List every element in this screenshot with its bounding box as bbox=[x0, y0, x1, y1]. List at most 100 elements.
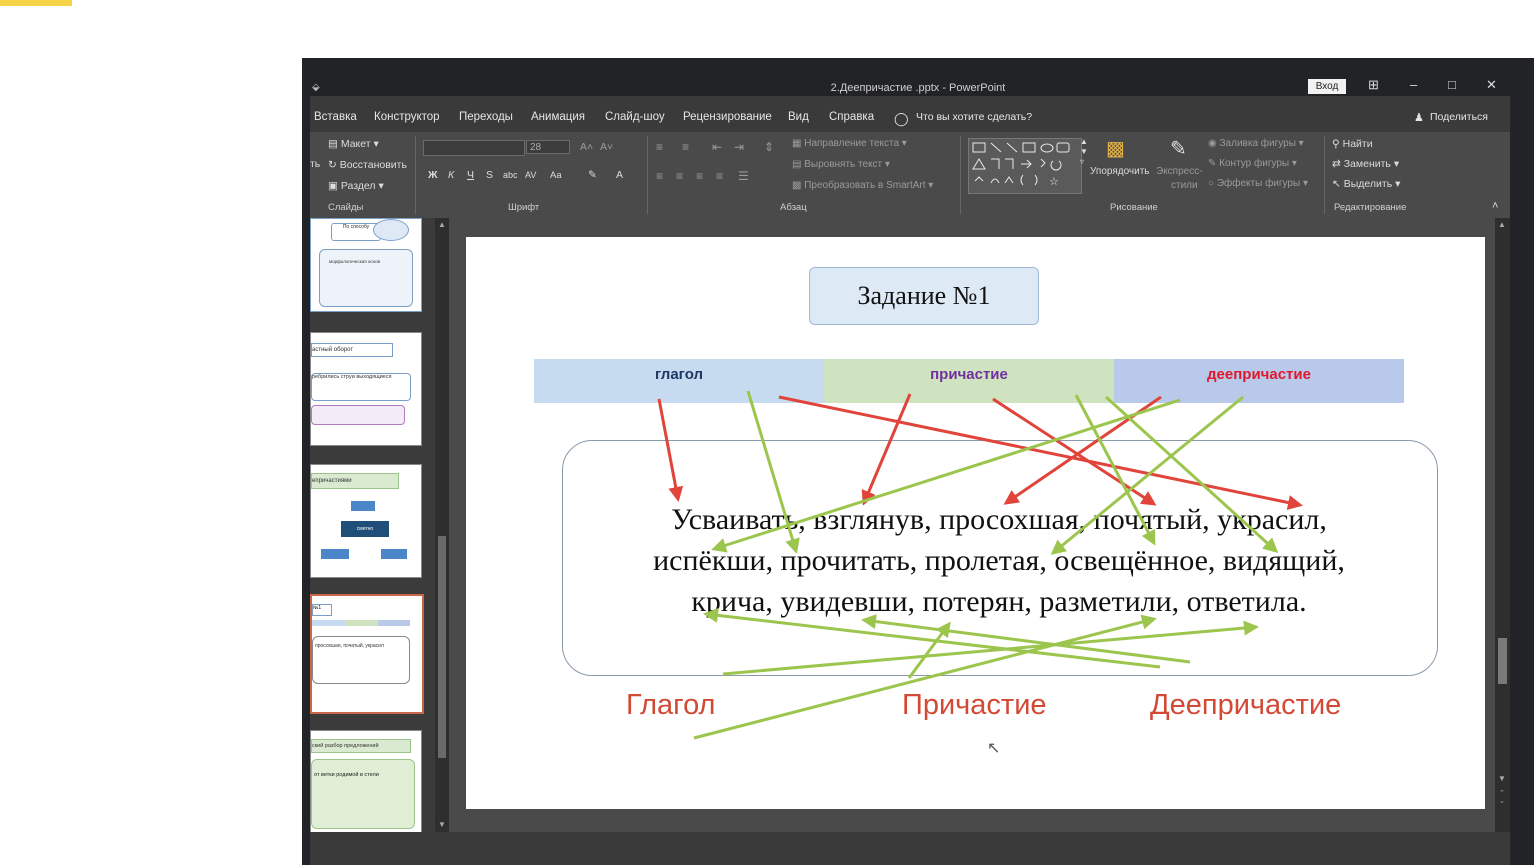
tab-slideshow[interactable]: Слайд-шоу bbox=[605, 111, 665, 123]
reset-button[interactable]: ↻ Восстановить bbox=[328, 159, 407, 171]
columns-icon[interactable]: ☰ bbox=[738, 169, 749, 183]
align-text-button[interactable]: ▤ Выровнять текст ▾ bbox=[792, 159, 890, 170]
tab-view[interactable]: Вид bbox=[788, 111, 809, 123]
layout-label: Макет bbox=[340, 138, 371, 150]
outline-pen-icon: ✎ bbox=[1208, 158, 1220, 169]
line-spacing-icon[interactable]: ⇕ bbox=[764, 140, 774, 154]
quick-styles-button-line2[interactable]: стили bbox=[1171, 180, 1198, 191]
scroll-down-icon[interactable]: ▼ bbox=[438, 820, 446, 829]
tab-transitions[interactable]: Переходы bbox=[459, 111, 513, 123]
tab-review[interactable]: Рецензирование bbox=[683, 111, 772, 123]
slide-thumbnail[interactable]: епричастиями сметно bbox=[310, 464, 422, 578]
scrollbar-thumb[interactable] bbox=[1498, 638, 1507, 684]
grow-font-button[interactable]: A˄ bbox=[580, 141, 593, 153]
replace-label: Заменить bbox=[1343, 158, 1391, 170]
shape-outline-button[interactable]: ✎ Контур фигуры ▾ bbox=[1208, 158, 1297, 169]
bullets-icon[interactable]: ≡ bbox=[656, 140, 663, 154]
slide-thumbnail-selected[interactable]: №1 просохшая, початый, украсил bbox=[310, 594, 424, 714]
font-color-button[interactable]: A bbox=[616, 169, 623, 181]
separator bbox=[960, 136, 961, 214]
arrange-button[interactable]: Упорядочить bbox=[1090, 166, 1150, 177]
shape-fill-button[interactable]: ◉ Заливка фигуры ▾ bbox=[1208, 138, 1304, 149]
minimize-button[interactable]: – bbox=[1410, 77, 1417, 92]
strikethrough-button[interactable]: abc bbox=[503, 170, 518, 180]
thumbnails-scrollbar[interactable]: ▲ ▼ bbox=[435, 218, 449, 832]
highlight-icon[interactable]: ✎ bbox=[588, 169, 597, 181]
fill-bucket-icon: ◉ bbox=[1208, 138, 1220, 149]
shadow-button[interactable]: S bbox=[486, 169, 493, 181]
scroll-down-icon[interactable]: ▼ bbox=[1498, 774, 1506, 783]
prev-next-slide-icon[interactable]: ⌃ ⌄ bbox=[1499, 790, 1505, 806]
thumb-text: епричастиями bbox=[311, 473, 399, 489]
scroll-up-icon[interactable]: ▲ bbox=[1498, 220, 1506, 229]
align-right-icon[interactable]: ≡ bbox=[696, 169, 703, 183]
thumb-box bbox=[312, 620, 346, 626]
tell-me-search[interactable]: Что вы хотите сделать? bbox=[916, 111, 1032, 123]
decrease-indent-icon[interactable]: ⇤ bbox=[712, 140, 722, 154]
shrink-font-button[interactable]: A˅ bbox=[600, 141, 613, 153]
green-arrow bbox=[861, 614, 1191, 664]
change-case-button[interactable]: Aa bbox=[550, 170, 562, 181]
slide-thumbnails-panel[interactable]: По способу морфологическая основ астный … bbox=[310, 218, 435, 834]
layout-button[interactable]: ▤ Макет ▾ bbox=[328, 138, 379, 150]
select-cursor-icon: ↖ bbox=[1332, 178, 1344, 190]
align-left-icon[interactable]: ≡ bbox=[656, 169, 663, 183]
thumb-box bbox=[381, 549, 407, 559]
underline-button[interactable]: Ч bbox=[467, 169, 474, 181]
svg-text:☆: ☆ bbox=[1049, 175, 1059, 188]
group-drawing-label: Рисование bbox=[1110, 202, 1158, 213]
thumb-text: ский разбор предложений bbox=[311, 739, 411, 753]
green-arrow bbox=[722, 620, 1259, 676]
shape-outline-label: Контур фигуры bbox=[1219, 158, 1290, 169]
spacing-button[interactable]: AV bbox=[525, 170, 536, 180]
select-button[interactable]: ↖ Выделить ▾ bbox=[1332, 178, 1400, 190]
replace-button[interactable]: ⇄ Заменить ▾ bbox=[1332, 158, 1399, 170]
bold-button[interactable]: Ж bbox=[428, 169, 438, 181]
tab-animations[interactable]: Анимация bbox=[531, 111, 585, 123]
thumb-box bbox=[319, 249, 413, 307]
smartart-label: Преобразовать в SmartArt bbox=[804, 180, 926, 191]
ribbon: ть ▤ Макет ▾ ↻ Восстановить ▣ Раздел ▾ С… bbox=[310, 132, 1510, 218]
text-direction-button[interactable]: ▦ Направление текста ▾ bbox=[792, 138, 907, 149]
scroll-up-icon[interactable]: ▲ bbox=[438, 220, 446, 229]
slide-thumbnail[interactable]: астный оборот ребрились струи выходящиес… bbox=[310, 332, 422, 446]
gallery-scroll-icon[interactable]: ▲ ▼ ▿ bbox=[1080, 137, 1088, 167]
numbering-icon[interactable]: ≡ bbox=[682, 140, 689, 154]
signin-button[interactable]: Вход bbox=[1308, 79, 1346, 94]
new-slide-label-fragment[interactable]: ть bbox=[310, 158, 320, 170]
shapes-gallery[interactable]: ☆ bbox=[968, 138, 1082, 194]
shape-effects-button[interactable]: ○ Эффекты фигуры ▾ bbox=[1208, 178, 1308, 189]
tab-help[interactable]: Справка bbox=[829, 111, 874, 123]
tab-design[interactable]: Конструктор bbox=[374, 111, 440, 123]
tab-insert[interactable]: Вставка bbox=[314, 111, 357, 123]
slide[interactable]: Задание №1 глагол причастие деепричастие… bbox=[466, 237, 1485, 809]
slide-thumbnail[interactable]: По способу морфологическая основ bbox=[310, 218, 422, 312]
quick-styles-button[interactable]: Экспресс- bbox=[1156, 166, 1203, 177]
quick-styles-icon: ✎ bbox=[1170, 138, 1187, 160]
section-button[interactable]: ▣ Раздел ▾ bbox=[328, 180, 384, 192]
separator bbox=[647, 136, 648, 214]
green-arrow bbox=[907, 621, 951, 679]
ribbon-display-icon[interactable]: ⊞ bbox=[1368, 77, 1379, 93]
maximize-button[interactable]: □ bbox=[1448, 77, 1456, 92]
collapse-ribbon-icon[interactable]: ˄ bbox=[1492, 200, 1498, 212]
thumb-box bbox=[321, 549, 349, 559]
scrollbar-thumb[interactable] bbox=[438, 536, 446, 758]
slide-thumbnail[interactable]: ский разбор предложений от ветки родимой… bbox=[310, 730, 422, 834]
smartart-button[interactable]: ▩ Преобразовать в SmartArt ▾ bbox=[792, 180, 933, 191]
section-icon: ▣ bbox=[328, 180, 341, 192]
italic-button[interactable]: К bbox=[448, 169, 454, 181]
font-size-combo[interactable]: 28 bbox=[526, 140, 570, 154]
align-text-label: Выровнять текст bbox=[804, 159, 883, 170]
justify-icon[interactable]: ≡ bbox=[716, 169, 723, 183]
thumb-text: астный оборот bbox=[311, 343, 393, 357]
font-name-combo[interactable] bbox=[423, 140, 525, 156]
find-button[interactable]: ⚲ Найти bbox=[1332, 138, 1373, 150]
align-center-icon[interactable]: ≡ bbox=[676, 169, 683, 183]
red-arrow bbox=[657, 398, 684, 502]
green-arrow bbox=[1104, 395, 1279, 554]
close-button[interactable]: ✕ bbox=[1486, 77, 1497, 93]
editor-scrollbar[interactable]: ▲ ▼ ⌃ ⌄ bbox=[1495, 218, 1510, 832]
share-button[interactable]: Поделиться bbox=[1430, 111, 1488, 123]
increase-indent-icon[interactable]: ⇥ bbox=[734, 140, 744, 154]
